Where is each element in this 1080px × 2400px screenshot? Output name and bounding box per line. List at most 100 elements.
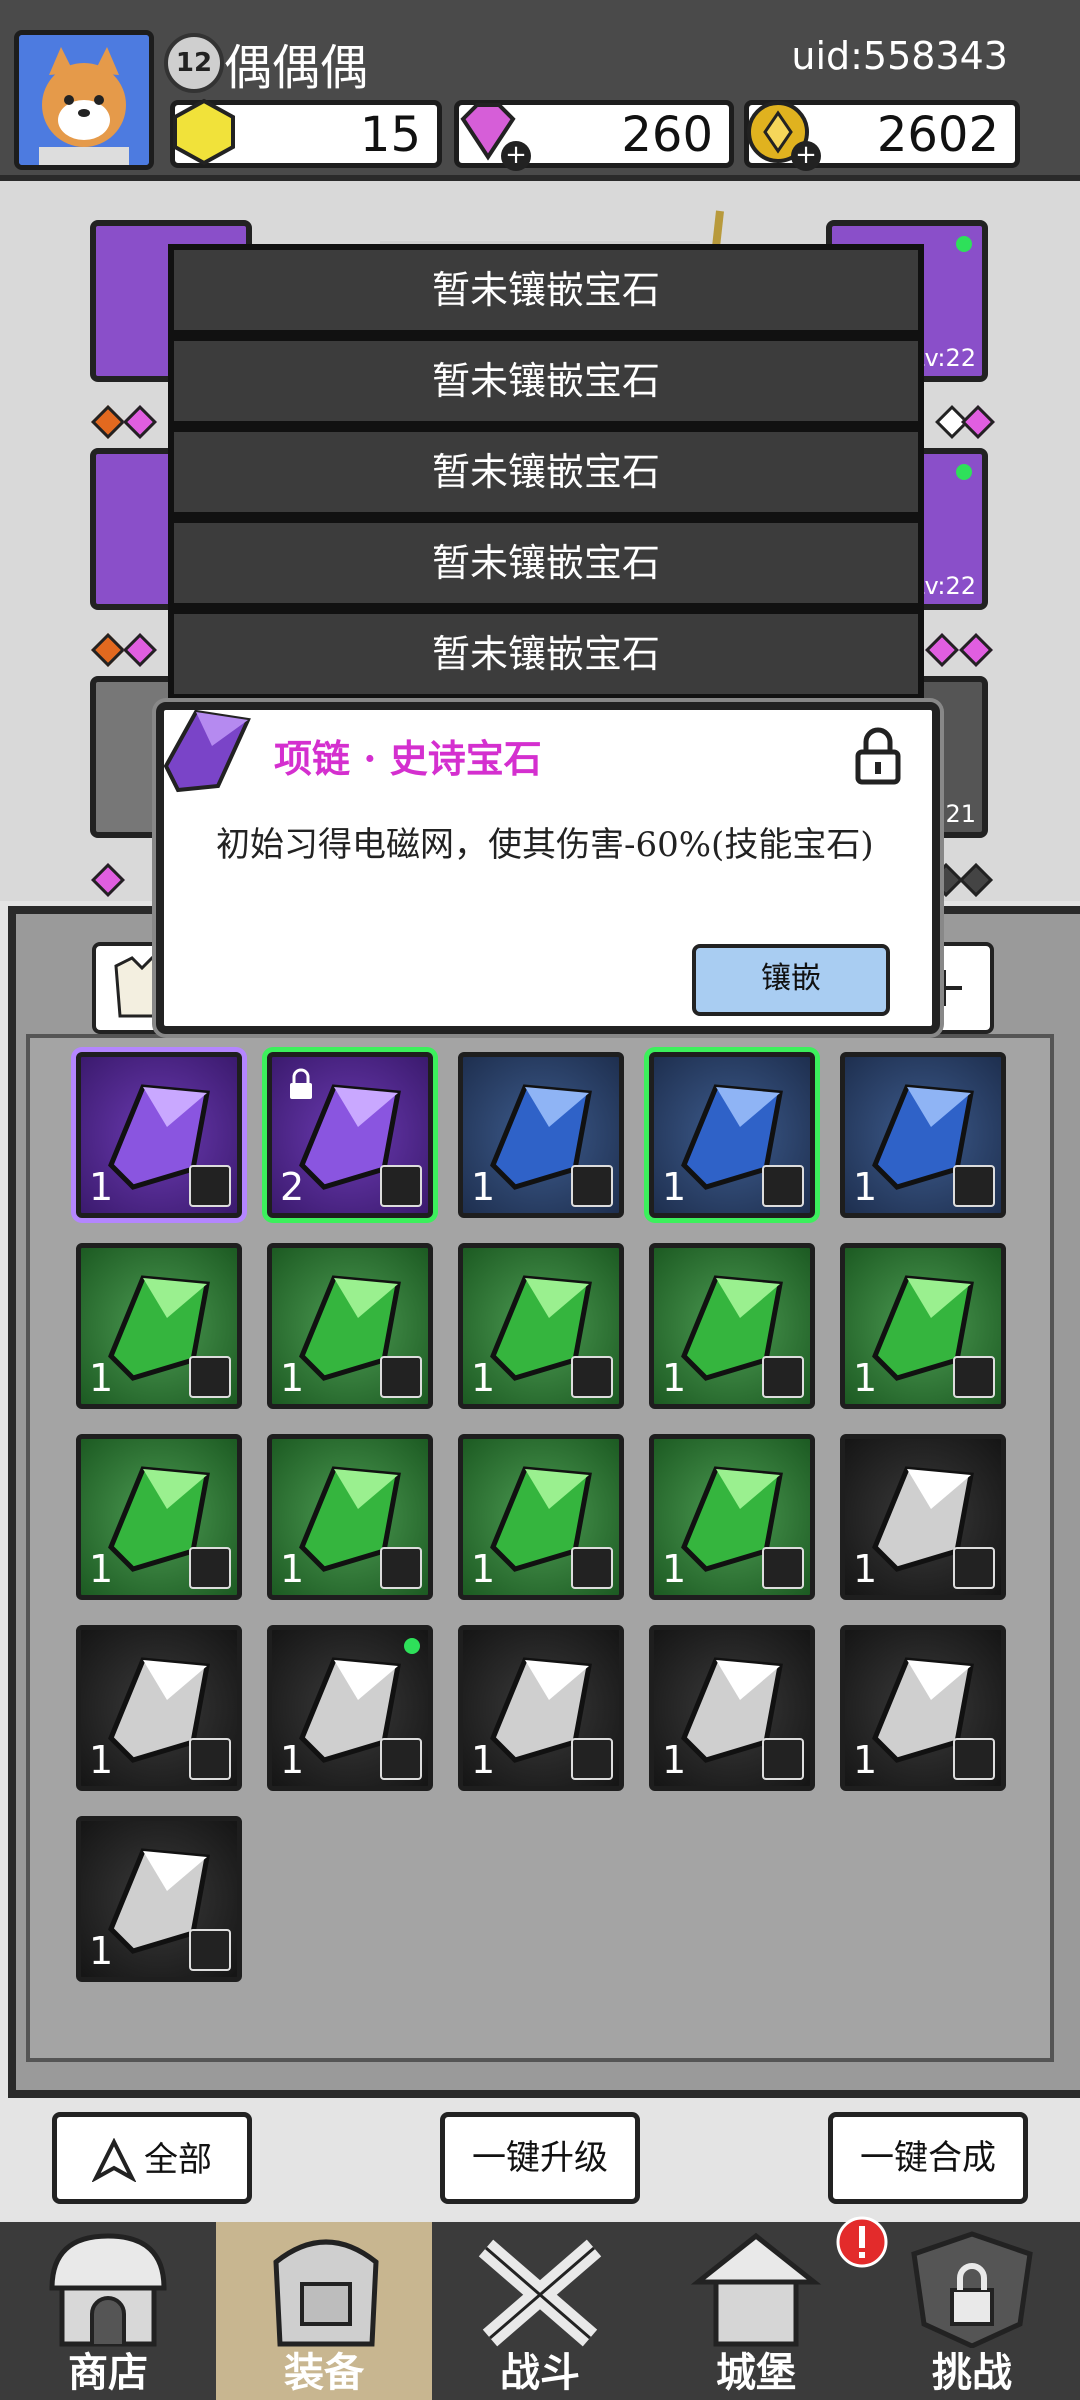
gem-quantity: 1: [853, 1547, 878, 1591]
inventory-gem-green[interactable]: 1: [76, 1243, 242, 1409]
gem-socket-bar[interactable]: 暂未镶嵌宝石: [168, 244, 924, 336]
gem-quantity: 1: [853, 1356, 878, 1400]
gem-quantity: 1: [280, 1738, 305, 1782]
inventory-gem-blue[interactable]: 1: [840, 1052, 1006, 1218]
inlay-button[interactable]: 镶嵌: [692, 944, 890, 1016]
lock-icon: [290, 1068, 312, 1099]
gem-quantity: 1: [471, 1356, 496, 1400]
nav-challenge-label: 挑战: [932, 2350, 1012, 2396]
gem-quantity: 1: [853, 1165, 878, 1209]
nav-battle[interactable]: 战斗: [432, 2222, 648, 2400]
inventory-gem-green[interactable]: 1: [458, 1434, 624, 1600]
gem-quantity: 1: [471, 1165, 496, 1209]
gem-quantity: 1: [89, 1547, 114, 1591]
new-indicator: [404, 1638, 420, 1654]
add-diamond-icon[interactable]: +: [501, 141, 531, 171]
necklace-icon: [380, 1165, 422, 1207]
armor-icon: [571, 1356, 613, 1398]
coin-counter[interactable]: + 2602: [744, 100, 1020, 171]
inventory-gem-gray[interactable]: 1: [649, 1625, 815, 1791]
inventory-gem-purple[interactable]: 1: [76, 1052, 242, 1218]
nav-equipment[interactable]: 装备: [216, 2222, 432, 2400]
nav-battle-label: 战斗: [500, 2350, 580, 2396]
gem-quantity: 1: [89, 1738, 114, 1782]
boots-icon: [762, 1356, 804, 1398]
inventory-gem-green[interactable]: 1: [267, 1434, 433, 1600]
gem-socket-bar[interactable]: 暂未镶嵌宝石: [168, 517, 924, 609]
ring-icon: [189, 1356, 231, 1398]
one-click-upgrade-button[interactable]: 一键升级: [440, 2112, 640, 2204]
inventory-gem-gray[interactable]: 1: [840, 1434, 1006, 1600]
gem-quantity: 1: [662, 1356, 687, 1400]
inventory-gem-gray[interactable]: 1: [458, 1625, 624, 1791]
inventory-gem-gray[interactable]: 1: [840, 1625, 1006, 1791]
weapon-icon: [189, 1165, 231, 1207]
helmet-icon: [762, 1547, 804, 1589]
backpack-icon: [273, 2239, 379, 2347]
filter-all-button[interactable]: 全部: [52, 2112, 252, 2204]
one-click-merge-button[interactable]: 一键合成: [828, 2112, 1028, 2204]
nav-challenge[interactable]: 挑战: [864, 2222, 1080, 2400]
helmet-icon: [189, 1547, 231, 1589]
gem-quantity: 1: [662, 1738, 687, 1782]
add-coin-icon[interactable]: +: [791, 141, 821, 171]
inventory-gem-green[interactable]: 1: [458, 1243, 624, 1409]
triangle-up-icon: [91, 2137, 137, 2183]
gem-socket-bar[interactable]: 暂未镶嵌宝石: [168, 335, 924, 427]
uid-text: uid:558343: [791, 34, 1008, 78]
diamond-value: 260: [621, 107, 713, 163]
nav-castle[interactable]: 城堡: [648, 2216, 888, 2400]
inventory-gem-gray[interactable]: 1: [76, 1625, 242, 1791]
epic-gem-icon: [163, 709, 251, 793]
gem-quantity: 2: [280, 1165, 305, 1209]
gem-quantity: 1: [89, 1356, 114, 1400]
lock-icon[interactable]: [852, 724, 904, 786]
shop-icon: [49, 2233, 167, 2347]
necklace-icon: [189, 1929, 231, 1971]
inventory-gem-gray[interactable]: 1: [76, 1816, 242, 1982]
popup-description: 初始习得电磁网，使其伤害-60%(技能宝石): [216, 825, 874, 865]
castle-icon: [690, 2232, 822, 2347]
helmet-icon: [380, 1547, 422, 1589]
armor-icon: [380, 1356, 422, 1398]
nav-shop[interactable]: 商店: [0, 2222, 216, 2400]
shiba-avatar-icon: [19, 35, 149, 165]
gem-quantity: 1: [280, 1547, 305, 1591]
inventory-gem-gray[interactable]: 1: [267, 1625, 433, 1791]
gem-socket-bar[interactable]: 暂未镶嵌宝石: [168, 426, 924, 518]
gem-detail-popup: 项链 · 史诗宝石 初始习得电磁网，使其伤害-60%(技能宝石) 镶嵌: [156, 702, 940, 1034]
necklace-icon: [953, 1738, 995, 1780]
boots-icon: [953, 1547, 995, 1589]
inventory-gem-green[interactable]: 1: [649, 1434, 815, 1600]
nav-shop-label: 商店: [68, 2350, 148, 2396]
inventory-gem-blue[interactable]: 1: [458, 1052, 624, 1218]
gem-quantity: 1: [662, 1165, 687, 1209]
ring-icon: [571, 1165, 613, 1207]
avatar[interactable]: [14, 30, 154, 170]
boots-icon: [953, 1165, 995, 1207]
inventory-gem-green[interactable]: 1: [649, 1243, 815, 1409]
nav-equipment-label: 装备: [284, 2350, 364, 2396]
inventory-gem-blue[interactable]: 1: [649, 1052, 815, 1218]
gem-socket-bar[interactable]: 暂未镶嵌宝石: [168, 608, 924, 700]
diamond-counter[interactable]: + 260: [454, 100, 734, 171]
inventory-gem-purple[interactable]: 2: [267, 1052, 433, 1218]
helmet-icon: [571, 1547, 613, 1589]
filter-all-label: 全部: [144, 2140, 212, 2180]
weapon-icon: [189, 1738, 231, 1780]
gem-quantity: 1: [280, 1356, 305, 1400]
coin-value: 2602: [876, 107, 999, 163]
gold-gem-value: 15: [359, 107, 421, 163]
necklace-icon: [762, 1738, 804, 1780]
gold-gem-counter[interactable]: 15: [170, 98, 442, 168]
gem-quantity: 1: [89, 1165, 114, 1209]
inventory-gem-green[interactable]: 1: [840, 1243, 1006, 1409]
boots-icon: [953, 1356, 995, 1398]
new-indicator: [956, 464, 972, 480]
helmet-icon: [571, 1738, 613, 1780]
gem-quantity: 1: [662, 1547, 687, 1591]
inventory-gem-green[interactable]: 1: [76, 1434, 242, 1600]
gold-gem-icon: [173, 98, 235, 166]
popup-title: 项链 · 史诗宝石: [274, 736, 542, 781]
inventory-gem-green[interactable]: 1: [267, 1243, 433, 1409]
